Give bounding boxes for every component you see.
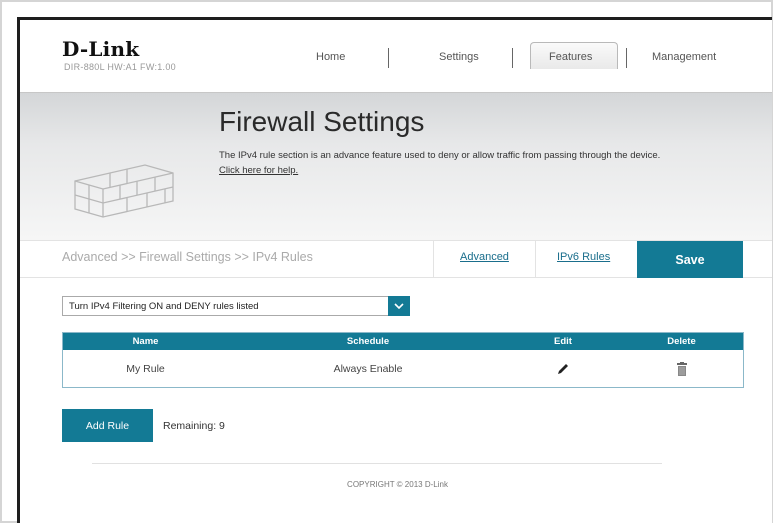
save-button[interactable]: Save xyxy=(637,241,743,278)
col-edit-header: Edit xyxy=(554,336,572,347)
nav-separator xyxy=(512,48,513,68)
col-schedule-header: Schedule xyxy=(346,336,390,347)
rules-table: Name Schedule Edit Delete My Rule Always… xyxy=(62,332,744,388)
brand-logo: D-Link xyxy=(62,37,140,61)
table-row: My Rule Always Enable xyxy=(63,350,743,387)
nav-management[interactable]: Management xyxy=(652,51,716,63)
page-window: D-Link DIR-880L HW:A1 FW:1.00 Home Setti… xyxy=(17,17,772,523)
rule-schedule: Always Enable xyxy=(333,362,403,375)
nav-features[interactable]: Features xyxy=(549,51,592,63)
breadcrumb: Advanced >> Firewall Settings >> IPv4 Ru… xyxy=(62,250,313,264)
rule-name: My Rule xyxy=(126,362,165,375)
brick-wall-icon xyxy=(74,164,174,218)
tab-advanced[interactable]: Advanced xyxy=(460,251,509,263)
delete-button[interactable] xyxy=(618,350,745,387)
page-description: The IPv4 rule section is an advance feat… xyxy=(219,150,661,161)
page-title: Firewall Settings xyxy=(219,106,425,137)
nav-settings[interactable]: Settings xyxy=(439,51,479,63)
nav-home[interactable]: Home xyxy=(316,51,345,63)
table-header: Name Schedule Edit Delete xyxy=(63,333,743,350)
col-delete-header: Delete xyxy=(667,336,696,347)
tab-ipv6-rules[interactable]: IPv6 Rules xyxy=(557,251,610,263)
trash-icon[interactable] xyxy=(676,361,687,376)
chevron-down-icon[interactable] xyxy=(388,296,410,316)
nav-separator xyxy=(626,48,627,68)
model-info: DIR-880L HW:A1 FW:1.00 xyxy=(64,62,176,72)
copyright: COPYRIGHT © 2013 D-Link xyxy=(347,480,448,489)
pencil-icon[interactable] xyxy=(556,362,570,376)
add-rule-button[interactable]: Add Rule xyxy=(62,409,153,442)
tab-divider xyxy=(535,240,536,278)
remaining-count: Remaining: 9 xyxy=(163,420,225,432)
tab-divider xyxy=(433,240,434,278)
edit-button[interactable] xyxy=(508,350,618,387)
nav-separator xyxy=(388,48,389,68)
col-name-header: Name xyxy=(132,336,159,347)
footer-divider xyxy=(92,463,662,464)
filter-mode-select[interactable]: Turn IPv4 Filtering ON and DENY rules li… xyxy=(62,296,410,316)
help-link[interactable]: Click here for help. xyxy=(219,165,298,176)
